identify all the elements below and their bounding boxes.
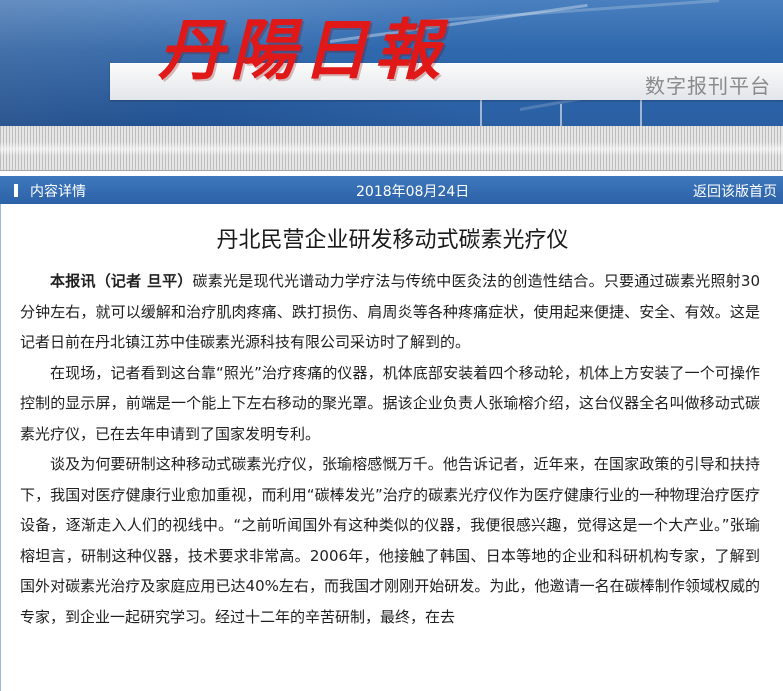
section-label: 内容详情 [30, 184, 86, 200]
platform-name: 数字报刊平台 [645, 74, 771, 98]
article-body: 本报讯（记者 旦平）碳素光是现代光谱动力学疗法与传统中医灸法的创造性结合。只要通… [20, 266, 760, 632]
banner-decoration [480, 96, 482, 126]
newspaper-logo: 丹陽日報 [158, 11, 446, 89]
article-paragraph: 本报讯（记者 旦平）碳素光是现代光谱动力学疗法与传统中医灸法的创造性结合。只要通… [20, 266, 760, 358]
issue-date: 2018年08月24日 [356, 184, 470, 200]
section-marker-icon [14, 184, 18, 197]
banner-decoration [640, 100, 642, 126]
info-bar: 内容详情 2018年08月24日 返回该版首页 [0, 176, 783, 204]
masthead-banner: 数字报刊平台 丹陽日報 [0, 0, 783, 126]
banner-decoration [560, 104, 562, 126]
article-paragraph: 谈及为何要研制这种移动式碳素光疗仪，张瑜榕感慨万千。他告诉记者，近年来，在国家政… [20, 455, 760, 626]
article-title: 丹北民营企业研发移动式碳素光疗仪 [216, 228, 569, 253]
article-container: 丹北民营企业研发移动式碳素光疗仪 本报讯（记者 旦平）碳素光是现代光谱动力学疗法… [0, 204, 783, 691]
back-to-page-link[interactable]: 返回该版首页 [693, 181, 777, 201]
decorative-pattern-strip [0, 126, 783, 171]
byline: 本报讯（记者 旦平） [50, 272, 193, 290]
article-paragraph: 在现场，记者看到这台靠“照光”治疗疼痛的仪器，机体底部安装着四个移动轮，机体上方… [20, 363, 760, 443]
